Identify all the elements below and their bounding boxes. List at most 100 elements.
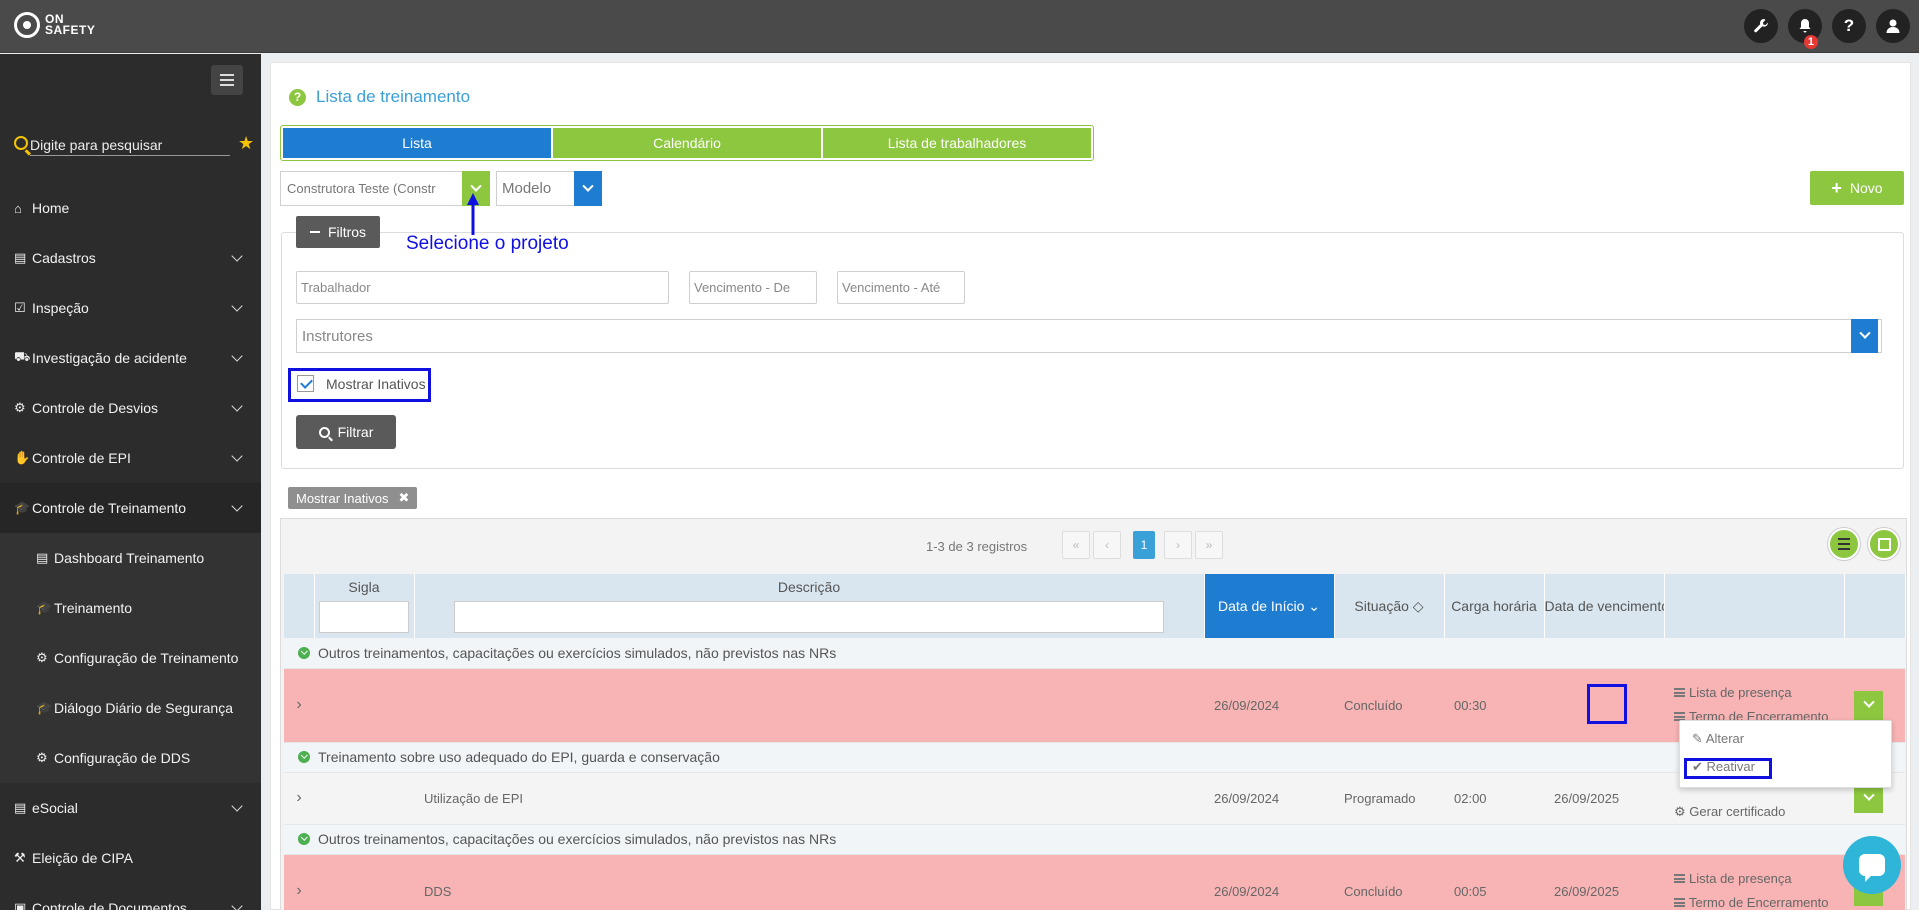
check-circle-icon — [298, 646, 310, 659]
tab-lista-trabalhadores[interactable]: Lista de trabalhadores — [823, 128, 1091, 158]
next-page-button[interactable]: › — [1164, 531, 1192, 559]
table-row[interactable]: › DDS 26/09/2024 Concluído 00:05 26/09/2… — [284, 854, 1905, 910]
check-circle-icon — [298, 833, 310, 845]
sidebar-item-home[interactable]: ⌂ Home — [0, 183, 261, 233]
page-number[interactable]: 1 — [1133, 531, 1155, 559]
sidebar-item-documentos[interactable]: ▣ Controle de Documentos — [0, 883, 261, 910]
list-icon — [1674, 898, 1685, 907]
table-row[interactable]: › Utilização de EPI 26/09/2024 Programad… — [284, 772, 1905, 825]
instructors-dropdown-button[interactable] — [1851, 319, 1878, 353]
sidebar-item-desvios[interactable]: ⚙ Controle de Desvios — [0, 383, 261, 433]
show-inactive-checkbox[interactable] — [297, 375, 314, 392]
bell-icon[interactable]: 1 — [1788, 9, 1822, 49]
row-actions-button[interactable] — [1854, 690, 1883, 720]
pencil-icon: ✎ — [1692, 731, 1703, 746]
home-icon: ⌂ — [14, 200, 22, 216]
sidebar-item-investigacao[interactable]: ⛟ Investigação de acidente — [0, 333, 261, 383]
export-button[interactable] — [1868, 528, 1900, 560]
chevron-right-icon[interactable]: › — [284, 668, 314, 743]
close-icon[interactable]: ✖ — [398, 490, 409, 506]
app-logo[interactable]: ON SAFETY — [14, 12, 95, 38]
records-count: 1-3 de 3 registros — [926, 539, 1028, 554]
question-circle-icon[interactable]: ? — [289, 88, 306, 106]
sidebar-item-config-treinamento[interactable]: ⚙ Configuração de Treinamento — [0, 633, 261, 683]
due-to-input[interactable] — [837, 271, 965, 304]
sidebar-item-esocial[interactable]: ▤ eSocial — [0, 783, 261, 833]
col-data-inicio[interactable]: Data de Início ⌄ — [1204, 574, 1335, 638]
search-icon — [318, 426, 330, 438]
group-row: Treinamento sobre uso adequado do EPI, g… — [284, 742, 1905, 773]
check-square-icon: ☑ — [14, 300, 26, 315]
closing-term-link[interactable]: Termo de Encerramento — [1674, 891, 1844, 910]
sidebar-item-config-dds[interactable]: ⚙ Configuração de DDS — [0, 733, 261, 783]
due-from-input[interactable] — [689, 271, 817, 304]
model-select[interactable]: Modelo — [496, 171, 582, 206]
col-data-vencimento[interactable]: Data de vencimento — [1544, 574, 1665, 638]
first-page-button[interactable]: « — [1062, 531, 1090, 559]
filter-button[interactable]: Filtrar — [296, 415, 396, 449]
tab-calendario[interactable]: Calendário — [553, 128, 821, 158]
show-inactive-label: Mostrar Inativos — [326, 376, 426, 392]
chat-icon — [1859, 854, 1885, 882]
project-select[interactable]: Construtora Teste (Constr — [280, 171, 487, 206]
sigla-filter-input[interactable] — [319, 601, 409, 633]
chevron-down-icon — [1858, 327, 1871, 339]
sidebar-item-dashboard-treinamento[interactable]: ▤ Dashboard Treinamento — [0, 533, 261, 583]
annotation-highlight-reactivate — [1684, 758, 1772, 779]
graduation-cap-icon: 🎓 — [36, 700, 53, 715]
generate-certificate-link[interactable]: ⚙ Gerar certificado — [1674, 800, 1844, 824]
sidebar-item-treinamento[interactable]: 🎓 Treinamento — [0, 583, 261, 633]
plus-icon: + — [1831, 177, 1842, 198]
col-sigla[interactable]: Sigla — [314, 574, 415, 638]
prev-page-button[interactable]: ‹ — [1093, 531, 1121, 559]
user-icon[interactable] — [1876, 9, 1910, 43]
sidebar-item-dds[interactable]: 🎓 Diálogo Diário de Segurança — [0, 683, 261, 733]
search-icon — [14, 136, 28, 150]
alter-menu-item[interactable]: ✎ Alterar — [1692, 731, 1744, 747]
group-row: Outros treinamentos, capacitações ou exe… — [284, 824, 1905, 855]
chat-button[interactable] — [1843, 836, 1901, 894]
col-carga-horaria[interactable]: Carga horária — [1444, 574, 1545, 638]
instructors-select[interactable]: Instrutores — [296, 319, 1882, 353]
ambulance-icon: ⛟ — [14, 349, 31, 364]
logo-line-2: SAFETY — [45, 23, 96, 37]
annotation-select-project: Selecione o projeto — [406, 233, 569, 254]
sidebar-item-treinamento-group[interactable]: 🎓 Controle de Treinamento — [0, 483, 261, 533]
sidebar-toggle-button[interactable] — [211, 65, 243, 95]
chevron-down-icon — [1862, 696, 1875, 708]
notification-badge: 1 — [1803, 35, 1818, 49]
sidebar-search-input[interactable] — [30, 134, 230, 156]
sidebar-item-cipa[interactable]: ⚒ Eleição de CIPA — [0, 833, 261, 883]
active-filter-chip: Mostrar Inativos ✖ — [288, 487, 418, 509]
chevron-down-icon — [231, 450, 243, 462]
star-icon[interactable]: ★ — [238, 133, 254, 154]
help-icon[interactable]: ? — [1832, 9, 1866, 43]
group-row: Outros treinamentos, capacitações ou exe… — [284, 638, 1905, 669]
attendance-list-link[interactable]: Lista de presença — [1674, 681, 1844, 705]
last-page-button[interactable]: » — [1195, 531, 1223, 559]
new-button[interactable]: + Novo — [1810, 171, 1904, 205]
sidebar-item-cadastros[interactable]: ▤ Cadastros — [0, 233, 261, 283]
wrench-icon[interactable] — [1744, 9, 1778, 43]
chevron-down-icon — [231, 350, 243, 362]
training-table: Sigla Descrição Data de Início ⌄ Situaçã… — [284, 574, 1906, 910]
sidebar-item-epi[interactable]: ✋ Controle de EPI — [0, 433, 261, 483]
chevron-right-icon[interactable]: › — [284, 854, 314, 910]
model-dropdown-button[interactable] — [574, 171, 602, 206]
sidebar-item-inspecao[interactable]: ☑ Inspeção — [0, 283, 261, 333]
columns-button[interactable] — [1828, 528, 1860, 560]
worker-input[interactable] — [296, 271, 669, 304]
filters-toggle-button[interactable]: Filtros — [296, 216, 380, 248]
descricao-filter-input[interactable] — [453, 601, 1165, 633]
gears-icon: ⚙ — [36, 750, 48, 765]
col-descricao[interactable]: Descrição — [414, 574, 1205, 638]
chevron-right-icon[interactable]: › — [284, 772, 314, 825]
attendance-list-link[interactable]: Lista de presença — [1674, 867, 1844, 891]
chevron-down-icon — [470, 180, 482, 192]
table-row[interactable]: › 26/09/2024 Concluído 00:30 Lista de pr… — [284, 668, 1905, 743]
col-situacao[interactable]: Situação ◇ — [1334, 574, 1445, 638]
chevron-down-icon: ⌄ — [1308, 597, 1320, 614]
tab-lista[interactable]: Lista — [283, 128, 551, 158]
calendar-icon: ▤ — [14, 250, 27, 265]
calendar-icon: ▤ — [14, 800, 27, 815]
